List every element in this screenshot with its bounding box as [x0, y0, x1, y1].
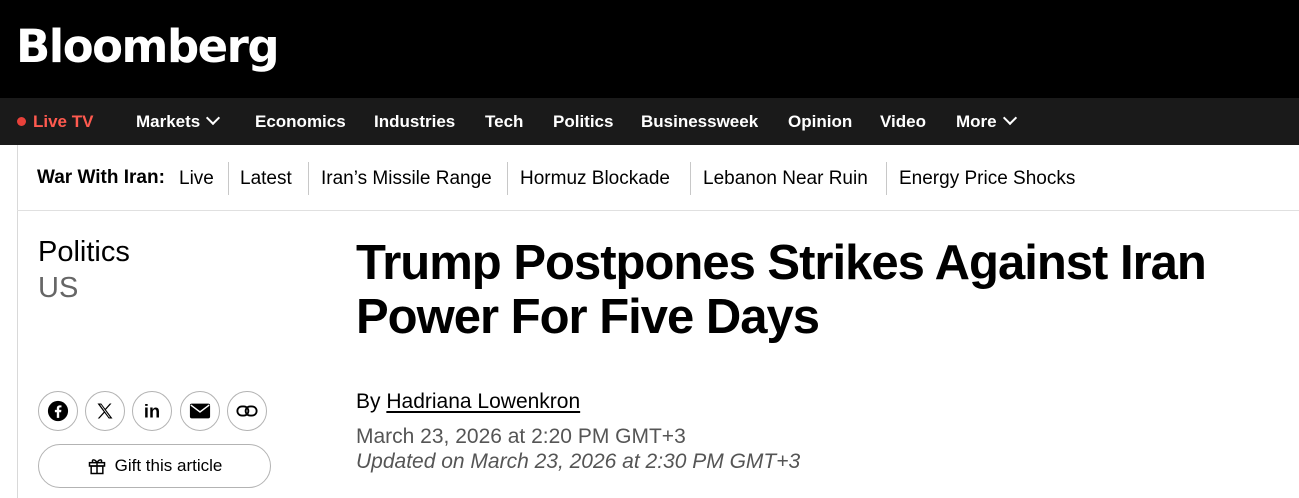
- facebook-icon: [47, 400, 69, 422]
- nav-markets[interactable]: Markets: [136, 98, 221, 145]
- chevron-down-icon: [206, 110, 221, 126]
- subnav-item-lebanon[interactable]: Lebanon Near Ruin: [703, 163, 868, 195]
- nav-opinion[interactable]: Opinion: [788, 98, 852, 145]
- nav-businessweek[interactable]: Businessweek: [641, 98, 758, 145]
- subnav-title: War With Iran:: [37, 167, 165, 188]
- svg-text:in: in: [144, 401, 160, 421]
- nav-video[interactable]: Video: [880, 98, 926, 145]
- share-facebook-button[interactable]: [38, 391, 78, 431]
- updated-date: Updated on March 23, 2026 at 2:30 PM GMT…: [356, 450, 801, 473]
- linkedin-icon: in: [144, 401, 160, 421]
- chevron-down-icon: [1002, 110, 1017, 126]
- nav-industries[interactable]: Industries: [374, 98, 455, 145]
- subnav-item-latest[interactable]: Latest: [240, 163, 292, 195]
- subnav-divider: [690, 162, 691, 195]
- subnav-divider: [886, 162, 887, 195]
- nav-live-tv[interactable]: Live TV: [17, 98, 93, 145]
- link-icon: [236, 405, 258, 417]
- nav-more[interactable]: More: [956, 98, 1017, 145]
- share-linkedin-button[interactable]: in: [132, 391, 172, 431]
- x-icon: [97, 403, 113, 419]
- copy-link-button[interactable]: [227, 391, 267, 431]
- subnav-item-missile-range[interactable]: Iran’s Missile Range: [321, 163, 492, 195]
- share-x-button[interactable]: [85, 391, 125, 431]
- live-dot-icon: [17, 117, 26, 126]
- author-link[interactable]: Hadriana Lowenkron: [386, 390, 580, 413]
- bloomberg-logo[interactable]: Bloomberg: [16, 18, 280, 76]
- gift-article-button[interactable]: Gift this article: [38, 444, 271, 488]
- top-header: Bloomberg: [0, 0, 1299, 98]
- main-nav: Live TV Markets Economics Industries Tec…: [0, 98, 1299, 145]
- gift-icon: [88, 459, 105, 475]
- gift-article-label: Gift this article: [114, 456, 223, 475]
- subnav-item-live[interactable]: Live: [179, 163, 214, 195]
- story-subnav: War With Iran: Live Latest Iran’s Missil…: [17, 145, 1299, 211]
- published-date: March 23, 2026 at 2:20 PM GMT+3: [356, 425, 686, 448]
- subnav-item-energy[interactable]: Energy Price Shocks: [899, 163, 1075, 195]
- subnav-divider: [308, 162, 309, 195]
- nav-politics[interactable]: Politics: [553, 98, 613, 145]
- section-label[interactable]: Politics: [38, 236, 130, 268]
- byline-prefix: By: [356, 390, 381, 413]
- subsection-label[interactable]: US: [38, 272, 78, 304]
- share-email-button[interactable]: [180, 391, 220, 431]
- article-headline: Trump Postpones Strikes Against Iran Pow…: [356, 236, 1207, 344]
- subnav-divider: [228, 162, 229, 195]
- subnav-item-hormuz[interactable]: Hormuz Blockade: [520, 163, 670, 195]
- byline: By Hadriana Lowenkron: [356, 389, 580, 415]
- subnav-divider: [507, 162, 508, 195]
- nav-economics[interactable]: Economics: [255, 98, 346, 145]
- email-icon: [189, 403, 211, 419]
- nav-tech[interactable]: Tech: [485, 98, 523, 145]
